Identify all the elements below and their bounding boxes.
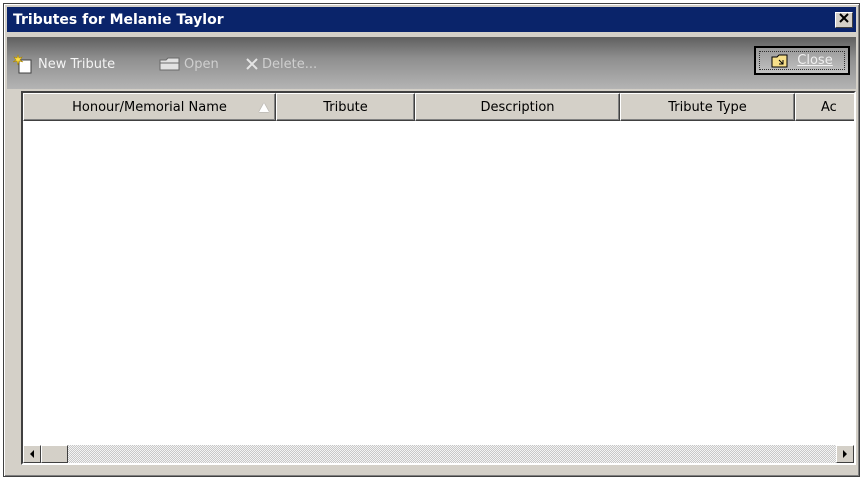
column-header-label: Ac — [821, 99, 837, 115]
window-title: Tributes for Melanie Taylor — [13, 11, 224, 28]
horizontal-scrollbar[interactable] — [23, 445, 854, 463]
column-header-description[interactable]: Description — [415, 93, 620, 121]
arrow-right-icon — [842, 450, 848, 458]
column-header-ac[interactable]: Ac — [795, 93, 854, 121]
scroll-left-button[interactable] — [23, 445, 41, 463]
close-x-icon — [839, 13, 849, 26]
tributes-window: Tributes for Melanie Taylor New Tribute — [3, 3, 860, 477]
delete-x-icon — [245, 57, 259, 71]
title-bar[interactable]: Tributes for Melanie Taylor — [7, 7, 856, 32]
column-header-tribute-type[interactable]: Tribute Type — [620, 93, 795, 121]
column-header-label: Honour/Memorial Name — [72, 99, 227, 115]
scrollbar-thumb[interactable] — [41, 445, 68, 463]
open-button[interactable]: Open — [159, 54, 219, 74]
toolbar: New Tribute Open Delete... Close — [7, 37, 856, 89]
sort-ascending-icon — [259, 103, 269, 112]
column-header-label: Tribute Type — [668, 99, 747, 115]
close-button[interactable]: Close — [754, 46, 850, 75]
column-header-tribute[interactable]: Tribute — [276, 93, 415, 121]
delete-button[interactable]: Delete... — [245, 54, 317, 74]
column-header-honour-memorial-name[interactable]: Honour/Memorial Name — [23, 93, 276, 121]
grid-header-row: Honour/Memorial Name Tribute Description… — [23, 93, 854, 121]
open-label: Open — [184, 56, 219, 72]
open-folder-icon — [159, 56, 181, 72]
scroll-right-button[interactable] — [836, 445, 854, 463]
tributes-grid[interactable]: Honour/Memorial Name Tribute Description… — [21, 91, 856, 465]
delete-label: Delete... — [262, 56, 318, 72]
column-header-label: Tribute — [323, 99, 368, 115]
new-tribute-label: New Tribute — [38, 56, 116, 72]
new-tribute-button[interactable]: New Tribute — [13, 54, 115, 74]
window-close-button[interactable] — [835, 11, 853, 28]
new-tribute-icon — [13, 54, 35, 74]
arrow-left-icon — [29, 450, 35, 458]
column-header-label: Description — [480, 99, 555, 115]
